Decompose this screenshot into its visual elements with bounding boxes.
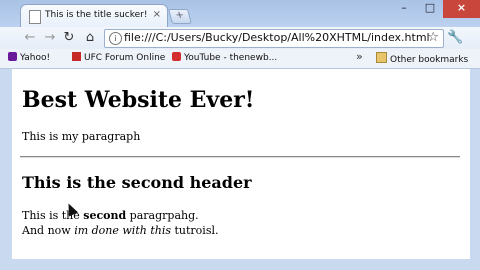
- close-tab-icon[interactable]: ×: [153, 9, 161, 20]
- p3-text-b: tutroisl.: [171, 224, 219, 237]
- home-icon[interactable]: ⌂: [82, 30, 98, 46]
- page-icon: [29, 10, 41, 24]
- second-heading: This is the second header: [22, 173, 252, 192]
- bookmark-ufc[interactable]: UFC Forum Online: [72, 52, 165, 63]
- other-bookmarks-label: Other bookmarks: [390, 55, 469, 65]
- paragraph-2: This is the second paragrpahg. And now i…: [22, 208, 218, 238]
- p2-bold: second: [83, 209, 127, 222]
- horizontal-rule: [20, 156, 460, 158]
- youtube-icon: [172, 52, 181, 61]
- back-icon[interactable]: ←: [22, 30, 38, 46]
- browser-tab[interactable]: This is the title sucker! ×: [20, 4, 168, 28]
- yahoo-icon: [8, 52, 17, 61]
- browser-window: This is the title sucker! × + – □ × ← → …: [0, 0, 480, 270]
- tab-title: This is the title sucker!: [45, 10, 148, 20]
- page-content: Best Website Ever! This is my paragraph …: [12, 69, 470, 259]
- reload-icon[interactable]: ↻: [61, 30, 77, 46]
- bookmark-label: Yahoo!: [20, 53, 51, 63]
- folder-icon: [376, 52, 387, 63]
- minimize-button[interactable]: –: [391, 0, 417, 18]
- paragraph-1: This is my paragraph: [22, 130, 141, 143]
- address-bar[interactable]: i file:///C:/Users/Bucky/Desktop/All%20X…: [104, 29, 444, 48]
- more-bookmarks-chevron-icon[interactable]: »: [356, 50, 363, 63]
- bookmark-youtube[interactable]: YouTube - thenewb...: [172, 52, 277, 63]
- wrench-icon[interactable]: 🔧: [447, 30, 463, 45]
- toolbar: ← → ↻ ⌂ i file:///C:/Users/Bucky/Desktop…: [0, 27, 480, 49]
- p3-italic: im done with this: [74, 224, 171, 237]
- new-tab-button[interactable]: +: [167, 9, 193, 24]
- p3-text-a: And now: [22, 224, 75, 237]
- bookmark-label: UFC Forum Online: [84, 53, 166, 63]
- bookmark-yahoo[interactable]: Yahoo!: [8, 52, 50, 63]
- bookmark-label: YouTube - thenewb...: [184, 53, 278, 63]
- other-bookmarks[interactable]: Other bookmarks: [376, 52, 468, 65]
- ufc-icon: [72, 52, 81, 61]
- url-text[interactable]: file:///C:/Users/Bucky/Desktop/All%20XHT…: [124, 31, 430, 44]
- main-heading: Best Website Ever!: [22, 87, 255, 113]
- p2-text-b: paragrpahg.: [126, 209, 199, 222]
- close-window-button[interactable]: ×: [443, 0, 480, 18]
- star-icon[interactable]: ☆: [427, 30, 439, 45]
- forward-icon[interactable]: →: [42, 30, 58, 46]
- tab-strip: This is the title sucker! × + – □ ×: [0, 0, 480, 28]
- bookmarks-bar: Yahoo! UFC Forum Online YouTube - thenew…: [0, 49, 480, 69]
- page-info-icon[interactable]: i: [109, 32, 122, 45]
- maximize-button[interactable]: □: [418, 0, 442, 18]
